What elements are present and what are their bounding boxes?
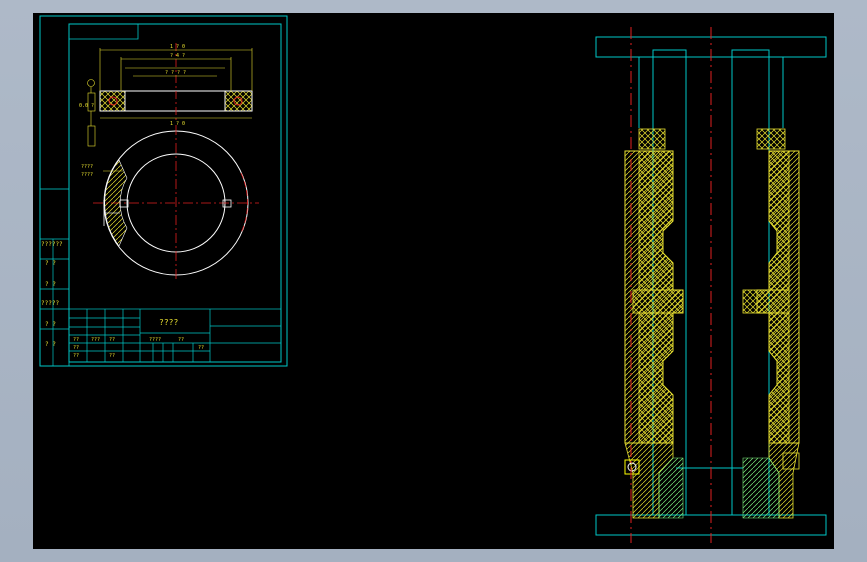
table-cell-5: ???? [149,337,161,343]
left-label-3: ????? [41,300,59,307]
left-label-2: ? ? [45,281,56,288]
table-cell-6: ?? [178,337,184,343]
drawing-svg: ?????? ? ? ? ? ????? ? ? ? ? ???? ?? ???… [39,15,827,543]
dim-top-2: ? ? ? ? [165,70,186,76]
side-callout-2: ???? [81,172,93,178]
left-mould-half[interactable] [624,128,684,519]
left-label-0: ?????? [41,241,63,248]
table-cell-1: ??? [91,337,100,343]
dim-top-3: 1 ? 0 [170,121,185,127]
left-label-4: ? ? [45,321,56,328]
left-label-5: ? ? [45,341,56,348]
table-cell-4: ?? [73,353,79,359]
title-block[interactable] [68,308,282,363]
right-mould-half[interactable] [742,128,800,519]
dim-top-1: ? 4 ? [170,53,185,59]
table-cell-2: ?? [109,337,115,343]
dim-top-0: 1 ? 0 [170,44,185,50]
side-callout-0: 0.0 ? [79,103,94,109]
table-cell-8: ?? [109,353,115,359]
table-cell-7: ?? [198,345,204,351]
title-block-title: ???? [159,318,178,327]
sheet-outer-border [39,15,288,367]
drawing-sheet[interactable]: ?????? ? ? ? ? ????? ? ? ? ? ???? ?? ???… [39,15,288,367]
assembly-section-view[interactable] [595,27,827,543]
part-plan-view[interactable]: 0.0 ? ???? ???? [79,103,259,279]
table-cell-0: ?? [73,337,79,343]
cad-drawing-canvas[interactable]: ?????? ? ? ? ? ????? ? ? ? ? ???? ?? ???… [33,13,834,549]
left-label-1: ? ? [45,260,56,267]
table-cell-3: ?? [73,345,79,351]
part-top-view[interactable]: 1 ? 0 ? 4 ? ? ? ? ? 1 ? 0 [87,43,253,147]
side-callout-1: ???? [81,164,93,170]
